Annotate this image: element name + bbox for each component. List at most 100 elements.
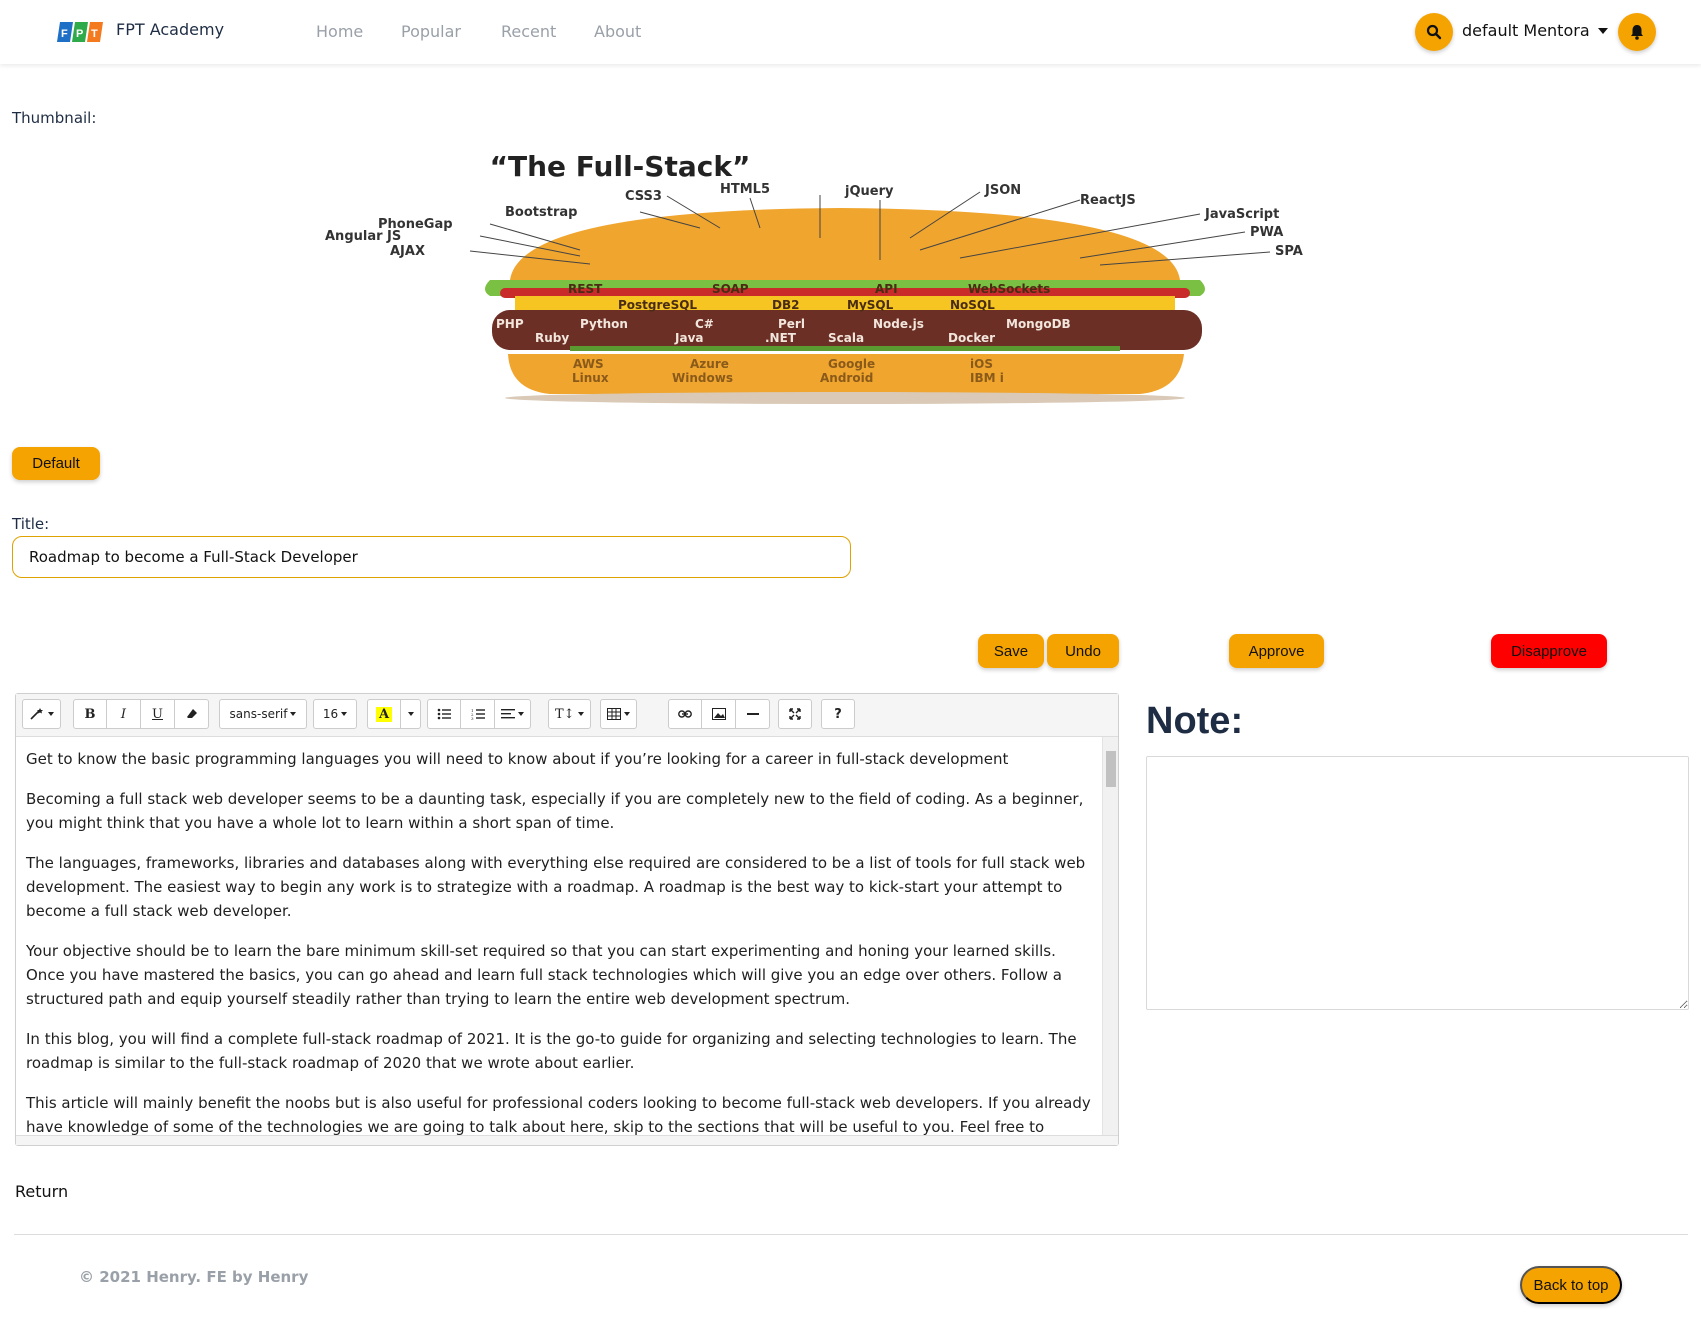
font-size-value: 16: [322, 707, 339, 721]
scrollbar-thumb[interactable]: [1106, 751, 1116, 787]
thumbnail-label: Thumbnail:: [12, 109, 97, 127]
thumb-label: Python: [580, 317, 628, 331]
nav-home[interactable]: Home: [316, 22, 363, 41]
thumb-label: Google: [828, 357, 875, 371]
undo-button[interactable]: Undo: [1047, 634, 1119, 668]
insert-image-button[interactable]: [702, 699, 736, 729]
text-color-dropdown[interactable]: [401, 699, 421, 729]
magic-wand-icon: [30, 708, 43, 720]
thumb-label: ReactJS: [1080, 193, 1136, 208]
editor-paragraph: In this blog, you will find a complete f…: [26, 1030, 1077, 1072]
italic-icon: I: [120, 706, 127, 722]
text-height-icon: T↕: [555, 706, 575, 722]
note-textarea[interactable]: [1146, 756, 1689, 1010]
image-icon: [711, 708, 726, 720]
thumb-label: PostgreSQL: [618, 298, 697, 312]
editor-paragraph: Your objective should be to learn the ba…: [26, 942, 1062, 1008]
bullet-list-button[interactable]: [427, 699, 461, 729]
horizontal-rule-button[interactable]: [736, 699, 770, 729]
approve-button[interactable]: Approve: [1229, 634, 1324, 668]
thumb-label: AJAX: [390, 244, 425, 259]
clear-format-button[interactable]: [175, 699, 209, 729]
nav-recent[interactable]: Recent: [501, 22, 556, 41]
font-size-dropdown[interactable]: 16: [313, 699, 357, 729]
text-height-dropdown[interactable]: T↕: [548, 699, 591, 729]
title-label: Title:: [12, 515, 50, 533]
editor-content[interactable]: Get to know the basic programming langua…: [16, 737, 1103, 1135]
align-left-icon: [501, 709, 515, 719]
return-link[interactable]: Return: [15, 1182, 68, 1201]
thumbnail-title: “The Full-Stack”: [490, 150, 751, 183]
minus-icon: [746, 713, 759, 715]
nav-popular[interactable]: Popular: [401, 22, 461, 41]
thumb-label: MySQL: [847, 298, 894, 312]
insert-link-button[interactable]: [668, 699, 702, 729]
editor-paragraph: Get to know the basic programming langua…: [26, 750, 1009, 768]
editor-toolbar: B I U sans-serif 16 A 123 T↕ ?: [16, 694, 1118, 737]
thumb-label: WebSockets: [968, 282, 1050, 296]
thumb-label: jQuery: [844, 184, 894, 199]
navbar: F P T FPT Academy Home Popular Recent Ab…: [0, 0, 1701, 64]
font-family-value: sans-serif: [229, 707, 288, 721]
eraser-icon: [186, 709, 197, 718]
text-color-button[interactable]: A: [367, 699, 401, 729]
editor-paragraph: This article will mainly benefit the noo…: [26, 1094, 1091, 1135]
thumb-label: Java: [674, 331, 703, 345]
table-dropdown[interactable]: [600, 699, 637, 729]
notification-button[interactable]: [1618, 13, 1656, 51]
fullscreen-icon: [789, 708, 801, 720]
back-to-top-button[interactable]: Back to top: [1520, 1266, 1622, 1304]
paragraph-align-dropdown[interactable]: [495, 699, 531, 729]
font-family-dropdown[interactable]: sans-serif: [219, 699, 307, 729]
thumb-label: Angular JS: [325, 229, 401, 244]
thumb-label: C#: [695, 317, 714, 331]
thumb-label: SPA: [1275, 244, 1303, 259]
thumb-label: HTML5: [720, 182, 770, 197]
thumb-label: REST: [568, 282, 603, 296]
search-button[interactable]: [1415, 13, 1453, 51]
magic-style-button[interactable]: [22, 699, 61, 729]
fullscreen-button[interactable]: [778, 699, 812, 729]
editor-resize-handle[interactable]: [16, 1135, 1118, 1145]
thumbnail-image: “The Full-Stack” CSS3 HTML5 jQuery JSON …: [325, 150, 1303, 404]
bullet-list-icon: [437, 708, 451, 720]
thumb-label: CSS3: [625, 189, 662, 204]
thumb-label: PWA: [1250, 225, 1283, 240]
bold-button[interactable]: B: [73, 699, 107, 729]
help-icon: ?: [834, 706, 842, 722]
user-menu[interactable]: default Mentora: [1462, 21, 1608, 40]
thumb-label: IBM i: [970, 371, 1004, 385]
svg-text:F: F: [61, 28, 68, 40]
numbered-list-button[interactable]: 123: [461, 699, 495, 729]
rich-text-editor: B I U sans-serif 16 A 123 T↕ ? Get to kn…: [15, 693, 1119, 1146]
help-button[interactable]: ?: [821, 699, 855, 729]
nav-about[interactable]: About: [594, 22, 641, 41]
save-button[interactable]: Save: [978, 634, 1044, 668]
underline-button[interactable]: U: [141, 699, 175, 729]
thumb-label: .NET: [765, 331, 797, 345]
thumb-label: MongoDB: [1006, 317, 1071, 331]
editor-paragraph: Becoming a full stack web developer seem…: [26, 790, 1084, 832]
bold-icon: B: [84, 706, 96, 722]
table-icon: [607, 708, 621, 720]
brand-name[interactable]: FPT Academy: [116, 20, 224, 39]
thumb-label: Android: [820, 371, 873, 385]
thumb-label: AWS: [573, 357, 604, 371]
thumb-label: NoSQL: [950, 298, 995, 312]
svg-text:3: 3: [471, 716, 474, 720]
disapprove-button[interactable]: Disapprove: [1491, 634, 1607, 668]
title-input[interactable]: [12, 536, 851, 578]
editor-scrollbar[interactable]: [1102, 737, 1118, 1135]
thumb-label: SOAP: [712, 282, 749, 296]
thumb-label: Azure: [690, 357, 729, 371]
fpt-logo[interactable]: F P T: [56, 18, 106, 46]
thumb-label: DB2: [772, 298, 799, 312]
thumb-label: Node.js: [873, 317, 924, 331]
thumb-label: Scala: [828, 331, 864, 345]
search-icon: [1426, 24, 1442, 40]
default-thumbnail-button[interactable]: Default: [12, 447, 100, 480]
chevron-down-icon: [1597, 27, 1608, 34]
editor-paragraph: The languages, frameworks, libraries and…: [26, 854, 1086, 920]
italic-button[interactable]: I: [107, 699, 141, 729]
bell-icon: [1631, 25, 1643, 40]
